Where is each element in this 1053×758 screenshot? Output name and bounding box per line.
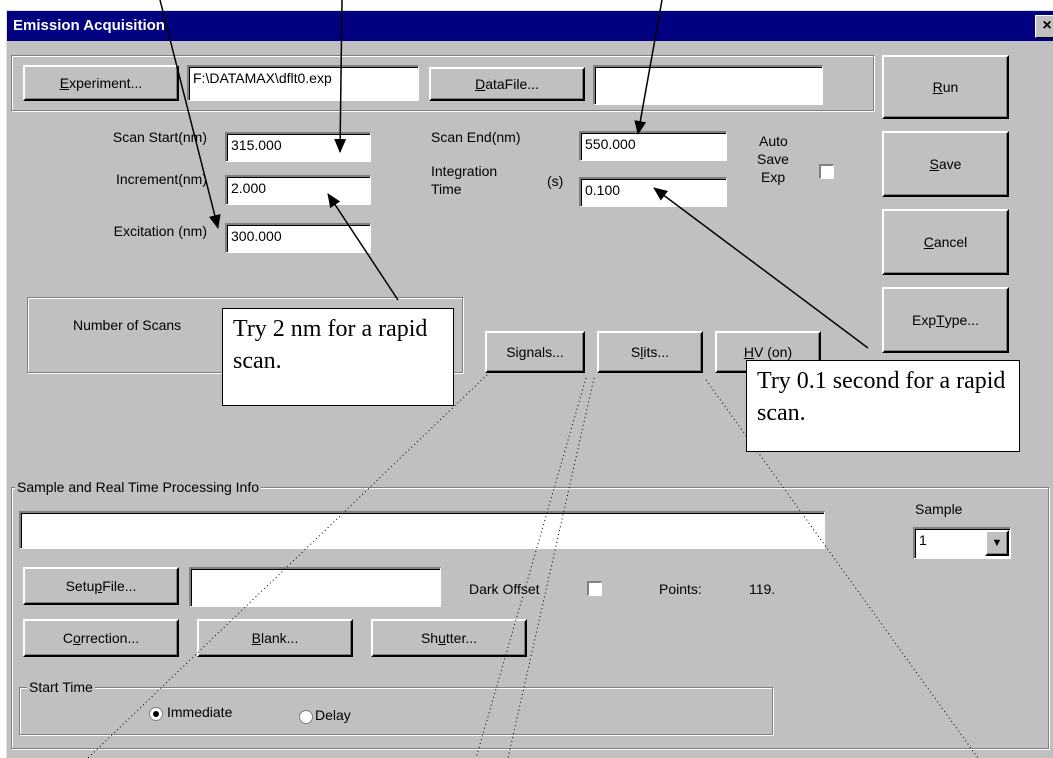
datafile-button-accel: D [475,76,486,92]
save-label-post: ave [938,156,962,172]
points-value: 119. [749,581,776,597]
chevron-down-icon: ▼ [991,537,1003,549]
sample-processing-group-title: Sample and Real Time Processing Info [15,479,262,495]
experiment-button[interactable]: Experiment... [23,65,179,101]
integration-tip-callout: Try 0.1 second for a rapid scan. [746,360,1020,452]
setup-file-label-post: File... [102,578,137,594]
signals-accel: g [518,344,527,360]
datafile-field[interactable] [593,65,823,105]
exp-type-label-post: ype... [944,312,979,328]
increment-label: Increment(nm) [115,171,207,187]
auto-save-label-1: Auto [759,133,788,149]
sample-select-value: 1 [919,532,927,548]
cancel-button[interactable]: Cancel [882,209,1009,275]
sample-info-field[interactable] [19,511,825,549]
slits-label-post: its... [643,344,670,360]
shutter-label-pre: Sh [420,630,439,646]
sample-select[interactable]: 1 ▼ [913,527,1011,559]
shutter-label-post: tter... [445,630,478,646]
datafile-button[interactable]: DataFile... [429,67,585,101]
scan-end-field[interactable]: 550.000 [579,131,727,161]
experiment-button-accel: E [59,75,70,91]
window-title: Emission Acquisition [13,17,165,34]
blank-button[interactable]: Blank... [197,619,353,657]
setup-file-accel: p [94,578,103,594]
points-label: Points: [659,581,702,597]
experiment-button-label-post: xperiment... [69,75,143,91]
scan-end-label: Scan End(nm) [431,129,521,145]
blank-label-post: lank... [260,630,299,646]
shutter-accel: u [438,630,446,646]
signals-label-pre: Si [506,344,519,360]
setup-file-label-pre: Setu [65,578,95,594]
exp-type-accel: T [936,312,945,328]
dark-offset-checkbox[interactable] [587,581,602,596]
dark-offset-label: Dark Offset [469,581,540,597]
setup-file-button[interactable]: Setu p File... [23,567,179,605]
integration-unit-label: (s) [547,173,564,189]
immediate-label: Immediate [167,704,233,720]
start-time-group [19,687,773,735]
auto-save-checkbox[interactable] [819,164,834,179]
title-bar: Emission Acquisition × [7,11,1053,41]
experiment-path-field[interactable]: F:\DATAMAX\dflt0.exp [187,65,419,101]
integration-time-field[interactable]: 0.100 [579,177,727,207]
hv-label-post: V (on) [754,344,793,360]
run-label-post: un [942,79,959,95]
increment-tip-callout: Try 2 nm for a rapid scan. [222,308,454,406]
cancel-accel: C [923,234,934,250]
signals-button[interactable]: Si g nals... [485,331,585,373]
auto-save-label-2: Save [757,151,789,167]
correction-label-post: rrection... [80,630,140,646]
delay-radio[interactable] [299,710,313,724]
sample-dropdown-button[interactable]: ▼ [985,530,1009,556]
blank-accel: B [251,630,261,646]
scan-start-field[interactable]: 315.000 [225,132,371,162]
start-time-group-title: Start Time [27,679,95,695]
excitation-field[interactable]: 300.000 [225,223,371,253]
cancel-label-post: ancel [933,234,968,250]
immediate-radio[interactable] [149,707,163,721]
number-of-scans-label: Number of Scans [73,317,182,333]
auto-save-label-3: Exp [761,169,786,185]
sample-label: Sample [915,501,963,517]
exp-type-label-pre: Exp [912,312,937,328]
exp-type-button[interactable]: Exp Type... [882,287,1009,353]
integration-time-label-1: Integration [431,163,498,179]
slits-button[interactable]: Sl its... [597,331,703,373]
signals-label-post: nals... [526,344,564,360]
save-button[interactable]: Save [882,131,1009,197]
correction-label-pre: C [62,630,73,646]
shutter-button[interactable]: Sh u tter... [371,619,527,657]
run-accel: R [932,79,943,95]
setup-file-field[interactable] [189,567,441,607]
scan-start-label: Scan Start(nm) [112,129,207,145]
correction-button[interactable]: Co rrection... [23,619,179,657]
increment-field[interactable]: 2.000 [225,175,371,205]
integration-time-label-2: Time [431,181,462,197]
hv-accel: H [743,344,754,360]
excitation-label: Excitation (nm) [113,223,207,239]
slits-label-pre: S [630,344,641,360]
close-button[interactable]: × [1035,15,1053,38]
delay-label: Delay [315,707,351,723]
immediate-radio-dot [153,711,159,717]
datafile-button-label-post: ataFile... [485,76,539,92]
run-button[interactable]: Run [882,55,1009,119]
save-accel: S [929,156,939,172]
correction-accel: o [72,630,81,646]
